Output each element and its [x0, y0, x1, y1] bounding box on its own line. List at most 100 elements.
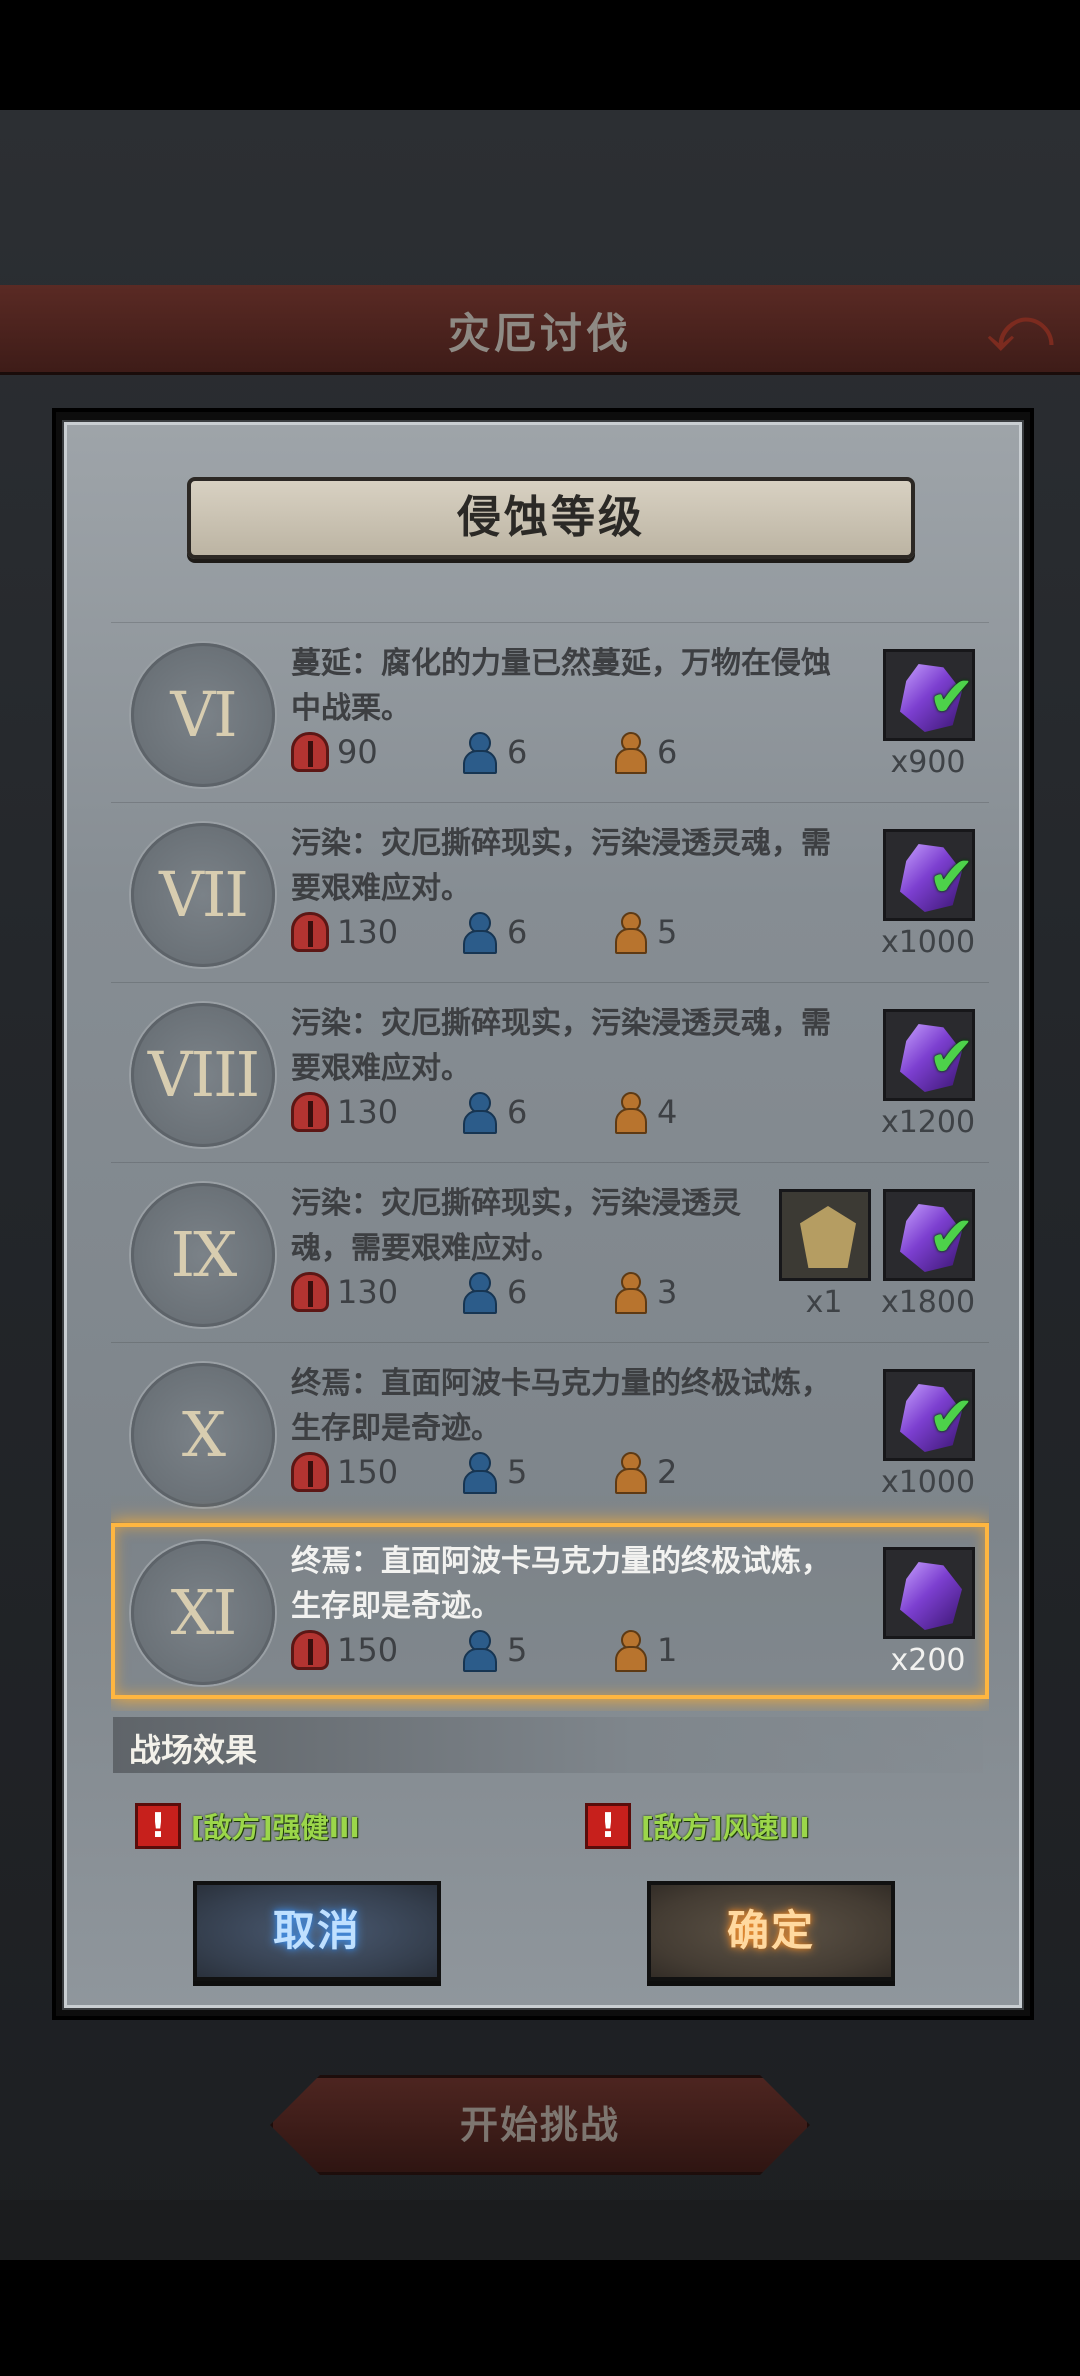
level-medal: VI — [131, 643, 275, 787]
crystal-icon: ✔ — [883, 1009, 975, 1101]
stat-value: 5 — [507, 1631, 528, 1669]
stat-team-size: 6 — [461, 1087, 527, 1137]
stat-value: 4 — [657, 1093, 678, 1131]
level-numeral: VI — [170, 678, 237, 751]
level-numeral: VIII — [147, 1038, 260, 1111]
reward-item[interactable]: x200 — [881, 1547, 977, 1678]
effect-label: [敌方]风速III — [641, 1811, 810, 1844]
user-icon — [611, 732, 649, 774]
dialog-panel: 侵蚀等级 x400 VI 蔓延：腐化的力量已然蔓延，万物在侵蚀中战栗。 90 6 — [62, 420, 1024, 2010]
stat-enemy-level: 130 — [291, 907, 398, 957]
reward-quantity: x1000 — [880, 925, 976, 960]
helmet-icon — [291, 732, 329, 772]
level-numeral: X — [181, 1398, 226, 1471]
stat-value: 90 — [337, 733, 378, 771]
cancel-button[interactable]: 取消 — [193, 1881, 441, 1981]
stat-value: 6 — [507, 1093, 528, 1131]
level-row-vi[interactable]: VI 蔓延：腐化的力量已然蔓延，万物在侵蚀中战栗。 90 6 6 ✔ x900 — [111, 623, 989, 803]
crystal-icon: ✔ — [883, 1369, 975, 1461]
user-icon — [611, 912, 649, 954]
effect-item[interactable]: ! [敌方]强健III — [135, 1803, 360, 1849]
start-challenge-button[interactable]: 开始挑战 — [270, 2075, 810, 2175]
bottom-band — [0, 2200, 1080, 2260]
stat-value: 130 — [337, 1273, 399, 1311]
stat-value: 6 — [657, 733, 678, 771]
reward-item[interactable]: ✔ x1000 — [881, 1369, 977, 1500]
level-numeral: XI — [170, 1576, 238, 1649]
gold-badge-icon — [779, 1189, 871, 1281]
reward-item[interactable]: ✔ x1800 — [881, 1189, 977, 1320]
reward-quantity: x400 — [873, 593, 983, 600]
level-row-ix[interactable]: IX 污染：灾厄撕碎现实，污染浸透灵魂，需要艰难应对。 130 6 3 x1 ✔… — [111, 1163, 989, 1343]
stat-value: 150 — [337, 1453, 399, 1491]
level-medal: X — [131, 1363, 275, 1507]
level-medal: VII — [131, 823, 275, 967]
level-description: 污染：灾厄撕碎现实，污染浸透灵魂，需要艰难应对。 — [291, 826, 831, 906]
helmet-icon — [291, 1092, 329, 1132]
reward-item: x400 — [881, 593, 977, 600]
stat-enemy-level: 130 — [291, 1087, 398, 1137]
helmet-icon — [291, 1630, 329, 1670]
level-description: 终焉：直面阿波卡马克力量的终极试炼，生存即是奇迹。 — [291, 1544, 831, 1624]
level-description: 蔓延：腐化的力量已然蔓延，万物在侵蚀中战栗。 — [291, 646, 831, 726]
helmet-icon — [291, 1272, 329, 1312]
user-icon — [611, 1630, 649, 1672]
confirm-button[interactable]: 确定 — [647, 1881, 895, 1981]
helmet-icon — [291, 1452, 329, 1492]
effect-label: [敌方]强健III — [191, 1811, 360, 1844]
stat-value: 2 — [657, 1453, 678, 1491]
add-user-icon — [461, 732, 499, 774]
check-icon: ✔ — [928, 665, 975, 730]
crystal-icon — [883, 1547, 975, 1639]
level-stats: 150 5 1 — [291, 1625, 811, 1675]
level-medal: XI — [131, 1541, 275, 1685]
reward-quantity: x1000 — [880, 1465, 976, 1500]
reward-item[interactable]: x1 — [777, 1189, 873, 1320]
reward-item[interactable]: ✔ x1000 — [881, 829, 977, 960]
level-row-vii[interactable]: VII 污染：灾厄撕碎现实，污染浸透灵魂，需要艰难应对。 130 6 5 ✔ x… — [111, 803, 989, 983]
level-row-viii[interactable]: VIII 污染：灾厄撕碎现实，污染浸透灵魂，需要艰难应对。 130 6 4 ✔ … — [111, 983, 989, 1163]
user-icon — [611, 1452, 649, 1494]
stat-value: 3 — [657, 1273, 678, 1311]
reward-quantity: x900 — [890, 745, 966, 780]
level-description: 污染：灾厄撕碎现实，污染浸透灵魂，需要艰难应对。 — [291, 1006, 831, 1086]
level-stats: 130 6 4 — [291, 1087, 811, 1137]
stat-value: 5 — [657, 913, 678, 951]
level-row-xi-selected[interactable]: XI 终焉：直面阿波卡马克力量的终极试炼，生存即是奇迹。 150 5 1 x20… — [111, 1523, 989, 1699]
helmet-icon — [291, 912, 329, 952]
add-user-icon — [461, 1452, 499, 1494]
stat-value: 130 — [337, 913, 399, 951]
level-stats: 90 6 6 — [291, 727, 811, 777]
stat-revives: 5 — [611, 907, 677, 957]
crystal-icon: ✔ — [883, 649, 975, 741]
warning-icon: ! — [585, 1803, 631, 1849]
level-stats: 130 6 3 — [291, 1267, 811, 1317]
level-numeral: IX — [170, 1218, 238, 1291]
add-user-icon — [461, 1272, 499, 1314]
reward-item[interactable]: ✔ x1200 — [881, 1009, 977, 1140]
level-row-partial[interactable]: x400 — [111, 593, 989, 623]
level-medal: IX — [131, 1183, 275, 1327]
stat-value: 130 — [337, 1093, 399, 1131]
reward-item[interactable]: ✔ x900 — [881, 649, 977, 780]
reward-quantity: x1800 — [880, 1285, 976, 1320]
effect-item[interactable]: ! [敌方]风速III — [585, 1803, 810, 1849]
back-arrow-icon[interactable]: ⤺ — [970, 290, 1070, 370]
add-user-icon — [461, 1092, 499, 1134]
level-row-x[interactable]: X 终焉：直面阿波卡马克力量的终极试炼，生存即是奇迹。 150 5 2 ✔ x1… — [111, 1343, 989, 1523]
stat-value: 150 — [337, 1631, 399, 1669]
level-numeral: VII — [159, 858, 249, 931]
stat-enemy-level: 90 — [291, 727, 378, 777]
stat-revives: 4 — [611, 1087, 677, 1137]
level-list[interactable]: x400 VI 蔓延：腐化的力量已然蔓延，万物在侵蚀中战栗。 90 6 6 ✔ … — [111, 593, 989, 1711]
stat-revives: 1 — [611, 1625, 677, 1675]
battlefield-effects-header: 战场效果 — [113, 1717, 983, 1773]
crystal-icon: ✔ — [883, 1189, 975, 1281]
level-description: 终焉：直面阿波卡马克力量的终极试炼，生存即是奇迹。 — [291, 1366, 831, 1446]
stat-value: 6 — [507, 1273, 528, 1311]
stat-enemy-level: 150 — [291, 1625, 398, 1675]
level-stats: 150 5 2 — [291, 1447, 811, 1497]
user-icon — [611, 1272, 649, 1314]
reward-quantity: x200 — [890, 1643, 966, 1678]
stat-team-size: 5 — [461, 1625, 527, 1675]
